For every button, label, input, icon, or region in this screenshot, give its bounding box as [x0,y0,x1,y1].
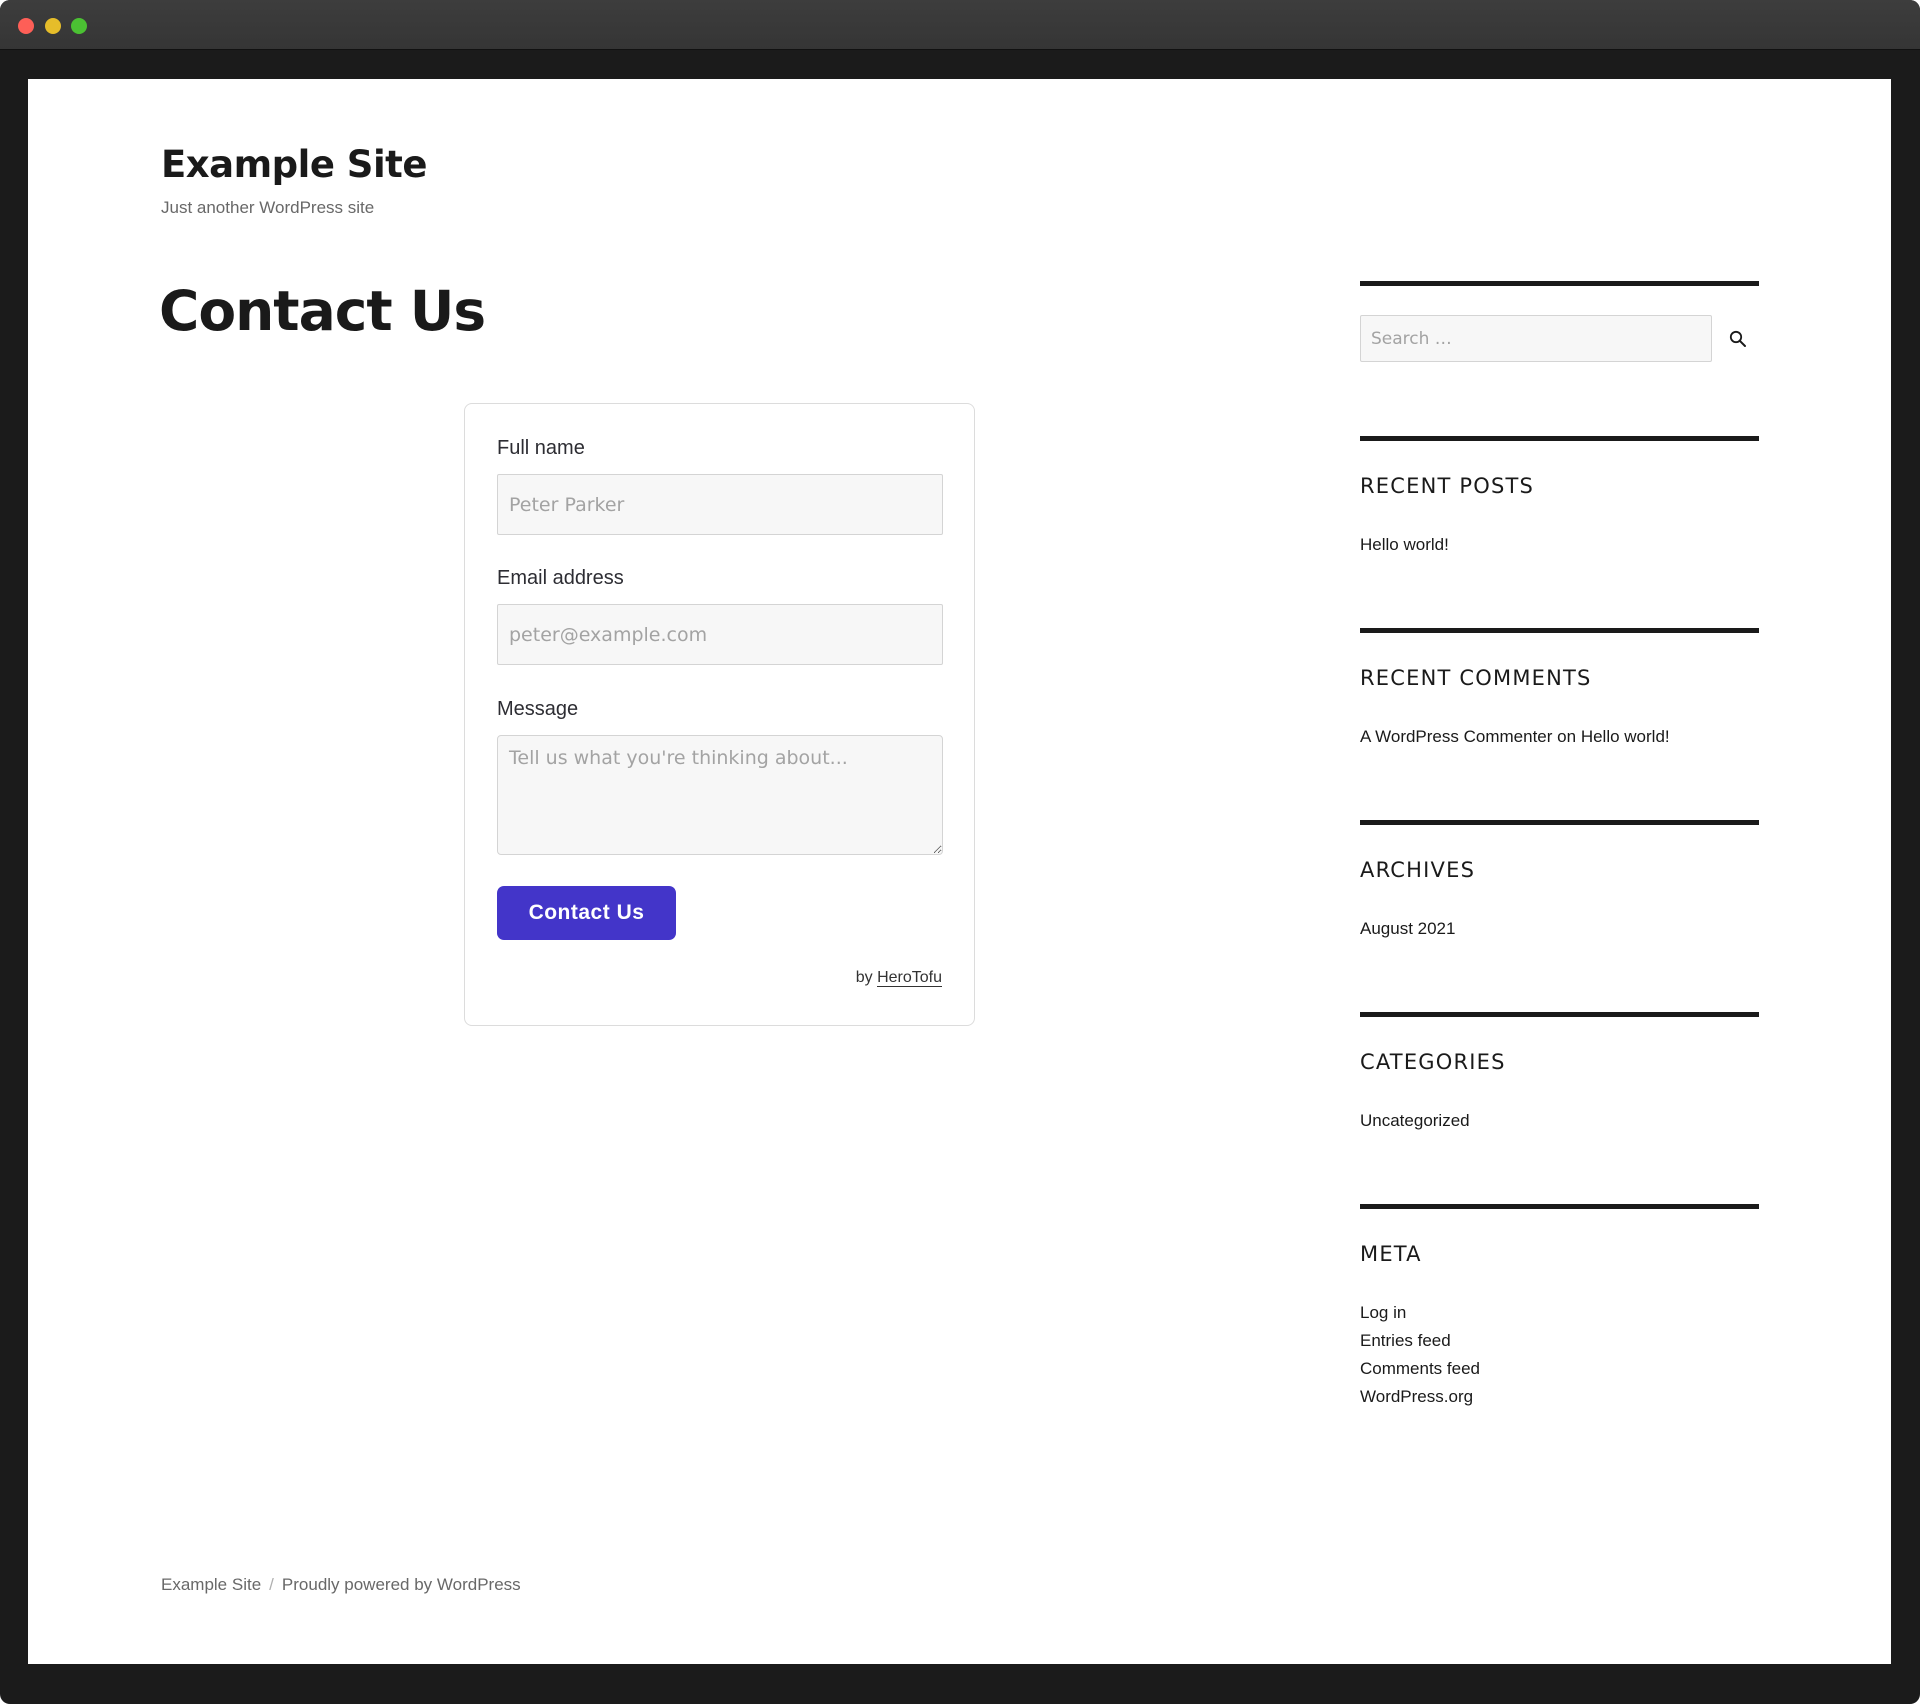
search-input[interactable] [1360,315,1712,362]
recent-post-link[interactable]: Hello world! [1360,535,1449,554]
search-button[interactable] [1717,315,1759,362]
title-bar [0,0,1920,50]
list-item: WordPress.org [1360,1383,1480,1411]
comments-feed-link[interactable]: Comments feed [1360,1359,1480,1378]
recent-posts-heading: Recent Posts [1360,474,1535,498]
email-input[interactable] [497,604,943,665]
recent-posts-list: Hello world! [1360,531,1449,559]
zoom-window-button[interactable] [71,18,87,34]
archives-widget: Archives August 2021 [1360,820,1759,938]
recent-posts-widget: Recent Posts Hello world! [1360,436,1759,554]
list-item: Hello world! [1360,531,1449,559]
browser-window: Example Site Just another WordPress site… [0,0,1920,1704]
footer-site-link[interactable]: Example Site [161,1575,261,1594]
archive-link[interactable]: August 2021 [1360,919,1455,938]
list-item: Uncategorized [1360,1107,1470,1135]
categories-widget: Categories Uncategorized [1360,1012,1759,1130]
categories-list: Uncategorized [1360,1107,1470,1135]
archives-list: August 2021 [1360,915,1455,943]
footer-separator: / [269,1575,274,1594]
powered-by-link[interactable]: Proudly powered by WordPress [282,1575,521,1594]
full-name-label: Full name [497,437,585,459]
entries-feed-link[interactable]: Entries feed [1360,1331,1451,1350]
category-link[interactable]: Uncategorized [1360,1111,1470,1130]
contact-us-submit-button[interactable]: Contact Us [497,886,676,940]
meta-list: Log in Entries feed Comments feed WordPr… [1360,1299,1480,1411]
form-credit: by HeroTofu [856,969,942,987]
close-window-button[interactable] [18,18,34,34]
credit-prefix: by [855,969,873,986]
recent-comments-list: A WordPress Commenter on Hello world! [1360,723,1670,751]
list-item: A WordPress Commenter on Hello world! [1360,723,1670,751]
herotofu-link[interactable]: HeroTofu [877,969,942,987]
page-title: Contact Us [159,279,486,343]
categories-heading: Categories [1360,1050,1506,1074]
contact-form: Full name Email address Message Contact … [464,403,975,1026]
site-footer: Example Site / Proudly powered by WordPres… [161,1575,521,1595]
comment-connector: on [1557,727,1577,746]
log-in-link[interactable]: Log in [1360,1303,1406,1322]
list-item: Comments feed [1360,1355,1480,1383]
meta-heading: Meta [1360,1242,1422,1266]
list-item: August 2021 [1360,915,1455,943]
web-page: Example Site Just another WordPress site… [28,79,1891,1664]
archives-heading: Archives [1360,858,1476,882]
search-widget [1360,281,1759,381]
comment-author-link[interactable]: A WordPress Commenter [1360,727,1552,746]
recent-comments-heading: Recent Comments [1360,666,1592,690]
full-name-input[interactable] [497,474,943,535]
site-title-link[interactable]: Example Site [161,143,427,186]
list-item: Entries feed [1360,1327,1480,1355]
site-description: Just another WordPress site [161,198,375,217]
search-icon [1729,330,1746,347]
recent-comments-widget: Recent Comments A WordPress Commenter on… [1360,628,1759,746]
comment-post-link[interactable]: Hello world! [1581,727,1670,746]
message-textarea[interactable] [497,735,943,855]
message-label: Message [497,698,579,720]
minimize-window-button[interactable] [45,18,61,34]
email-label: Email address [497,567,624,589]
list-item: Log in [1360,1299,1480,1327]
meta-widget: Meta Log in Entries feed Comments feed W… [1360,1204,1759,1406]
wordpress-org-link[interactable]: WordPress.org [1360,1387,1473,1406]
